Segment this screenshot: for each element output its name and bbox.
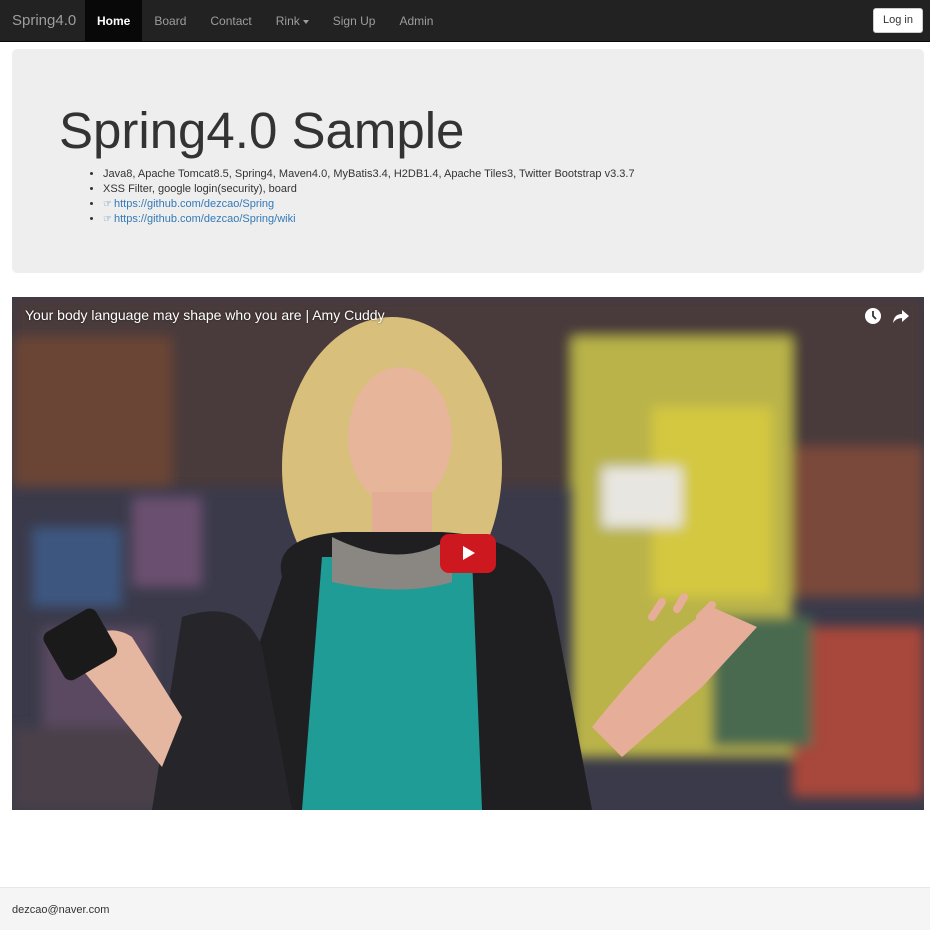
video-embed[interactable]: Your body language may shape who you are… [12, 297, 924, 810]
video-title[interactable]: Your body language may shape who you are… [25, 307, 385, 323]
list-item: ☞https://github.com/dezcao/Spring/wiki [103, 212, 635, 227]
play-icon[interactable] [440, 534, 496, 573]
watch-later-icon[interactable] [864, 307, 882, 325]
github-wiki-link[interactable]: https://github.com/dezcao/Spring/wiki [114, 213, 296, 225]
nav-item-board[interactable]: Board [142, 0, 198, 42]
page-title: Spring4.0 Sample [59, 102, 465, 159]
jumbotron: Spring4.0 Sample Java8, Apache Tomcat8.5… [12, 49, 924, 273]
navbar: Spring4.0 Home Board Contact Rink Sign U… [0, 0, 930, 42]
video-controls [864, 307, 910, 325]
github-link[interactable]: https://github.com/dezcao/Spring [114, 198, 274, 210]
caret-down-icon [302, 19, 309, 24]
hand-right-icon: ☞ [103, 214, 112, 225]
feature-list: Java8, Apache Tomcat8.5, Spring4, Maven4… [91, 167, 635, 227]
list-item: ☞https://github.com/dezcao/Spring [103, 197, 635, 212]
login-button[interactable]: Log in [873, 8, 923, 33]
nav-item-rink-label: Rink [275, 14, 300, 28]
brand[interactable]: Spring4.0 [12, 0, 76, 42]
list-item: XSS Filter, google login(security), boar… [103, 182, 635, 197]
nav-item-rink[interactable]: Rink [264, 0, 321, 42]
nav-menu: Home Board Contact Rink Sign Up Admin [85, 0, 445, 42]
nav-item-contact[interactable]: Contact [198, 0, 263, 42]
hand-right-icon: ☞ [103, 199, 112, 210]
footer: dezcao@naver.com [0, 887, 930, 930]
footer-email: dezcao@naver.com [12, 904, 110, 916]
nav-item-home[interactable]: Home [85, 0, 143, 42]
share-icon[interactable] [892, 307, 910, 325]
list-item: Java8, Apache Tomcat8.5, Spring4, Maven4… [103, 167, 635, 182]
nav-item-admin[interactable]: Admin [387, 0, 445, 42]
nav-item-signup[interactable]: Sign Up [321, 0, 388, 42]
